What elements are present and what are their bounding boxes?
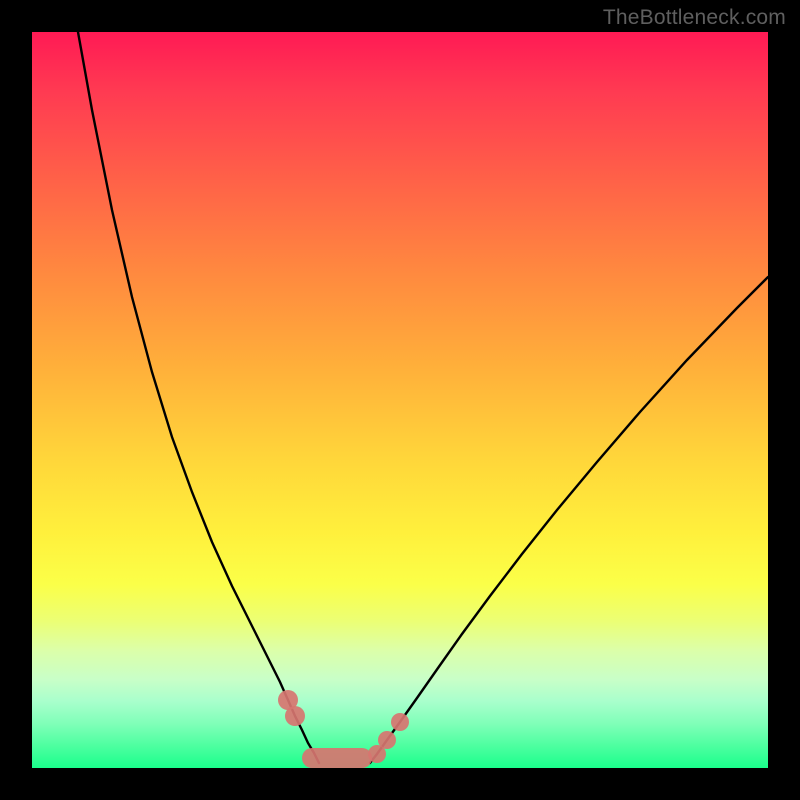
valley-bar <box>302 748 372 768</box>
outer-frame: TheBottleneck.com <box>0 0 800 800</box>
watermark-text: TheBottleneck.com <box>603 6 786 30</box>
right-curve <box>370 277 768 763</box>
marker-dot <box>391 713 409 731</box>
left-curve <box>78 32 319 763</box>
marker-dot <box>378 731 396 749</box>
plot-area <box>32 32 768 768</box>
plot-svg <box>32 32 768 768</box>
marker-dot <box>285 706 305 726</box>
